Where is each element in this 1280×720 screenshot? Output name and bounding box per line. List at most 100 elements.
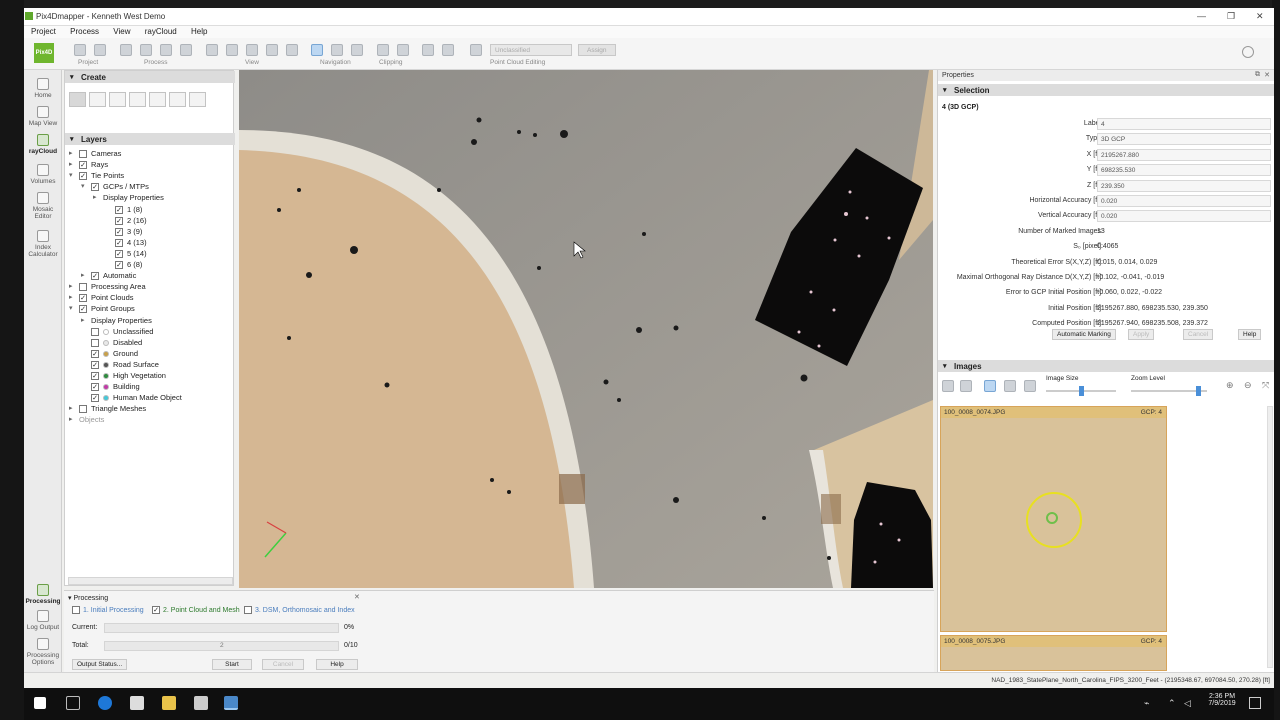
- nav-raycloud[interactable]: rayCloud: [24, 134, 62, 155]
- image-card[interactable]: 100_0008_0075.JPG GCP: 4: [940, 635, 1167, 671]
- minimize-icon[interactable]: —: [1197, 11, 1206, 21]
- images-header[interactable]: ▾ Images: [938, 360, 1274, 372]
- property-input[interactable]: 698235.530: [1097, 164, 1271, 177]
- image-tool-4-icon[interactable]: [1004, 380, 1016, 392]
- image-tool-5-icon[interactable]: [1024, 380, 1036, 392]
- image-fit-icon[interactable]: ⤧: [1262, 380, 1269, 391]
- processing-step[interactable]: 1. Initial Processing: [72, 606, 144, 614]
- nav-home[interactable]: Home: [24, 78, 62, 99]
- layers-scrollbar[interactable]: [68, 577, 233, 585]
- layer-checkbox[interactable]: ✓: [79, 172, 87, 181]
- navigation-back-icon[interactable]: [351, 44, 363, 56]
- project-options-icon[interactable]: [94, 44, 106, 56]
- step-checkbox[interactable]: [72, 606, 80, 614]
- raycloud-3d-view[interactable]: [239, 70, 933, 588]
- menu-project[interactable]: Project: [26, 26, 61, 37]
- layer-checkbox[interactable]: ✓: [91, 394, 99, 403]
- layer-checkbox[interactable]: ✓: [91, 272, 99, 281]
- nav-map-view[interactable]: Map View: [24, 106, 62, 127]
- nav-volumes[interactable]: Volumes: [24, 164, 62, 185]
- file-explorer-icon[interactable]: [162, 696, 176, 710]
- expand-arrow-icon[interactable]: ▸: [69, 404, 79, 412]
- nav-index-calculator[interactable]: Index Calculator: [24, 230, 62, 258]
- menu-raycloud[interactable]: rayCloud: [140, 26, 182, 37]
- apply-button[interactable]: Apply: [1128, 329, 1155, 340]
- expand-arrow-icon[interactable]: ▸: [69, 293, 79, 301]
- expand-arrow-icon[interactable]: ▸: [69, 149, 79, 157]
- expand-arrow-icon[interactable]: ▸: [93, 193, 103, 201]
- property-input[interactable]: 4: [1097, 118, 1271, 130]
- process-report-icon[interactable]: [120, 44, 132, 56]
- images-scrollbar[interactable]: [1267, 406, 1273, 668]
- layer-checkbox[interactable]: [79, 150, 87, 158]
- layer-checkbox[interactable]: ✓: [91, 349, 99, 358]
- output-status-button[interactable]: Output Status...: [72, 659, 128, 670]
- expand-arrow-icon[interactable]: ▸: [81, 316, 91, 324]
- zoom-extent-icon[interactable]: [246, 44, 258, 56]
- start-button[interactable]: Start: [212, 659, 252, 670]
- menu-help[interactable]: Help: [186, 26, 212, 37]
- layer-checkbox[interactable]: ✓: [115, 216, 123, 225]
- edit-densified-points-icon[interactable]: [422, 44, 434, 56]
- edit-select-icon[interactable]: [442, 44, 454, 56]
- create-line-icon[interactable]: [109, 92, 126, 107]
- create-area-icon[interactable]: [189, 92, 206, 107]
- zoom-level-handle[interactable]: [1196, 386, 1201, 396]
- expand-arrow-icon[interactable]: ▾: [69, 304, 79, 312]
- layer-checkbox[interactable]: ✓: [91, 383, 99, 392]
- layer-checkbox[interactable]: [79, 405, 87, 414]
- task-view-icon[interactable]: [66, 696, 80, 710]
- nav-processing-options[interactable]: Processing Options: [24, 638, 62, 666]
- menu-view[interactable]: View: [108, 26, 135, 37]
- view-cross-icon[interactable]: [266, 44, 278, 56]
- expand-arrow-icon[interactable]: ▾: [69, 171, 79, 179]
- layer-checkbox[interactable]: ✓: [79, 294, 87, 303]
- undock-icon[interactable]: ⧉: [1255, 71, 1260, 79]
- project-new-icon[interactable]: [74, 44, 86, 56]
- expand-arrow-icon[interactable]: ▸: [81, 271, 91, 279]
- nav-processing[interactable]: Processing: [24, 584, 62, 605]
- automatic-marking-button[interactable]: Automatic Marking: [1052, 329, 1116, 340]
- processing-cancel-button[interactable]: Cancel: [262, 659, 304, 670]
- property-input[interactable]: 2195267.880: [1097, 148, 1271, 161]
- layer-checkbox[interactable]: [91, 338, 99, 347]
- image-tool-2-icon[interactable]: [960, 380, 972, 392]
- layer-checkbox[interactable]: [91, 327, 99, 336]
- property-input[interactable]: 239.350: [1097, 179, 1271, 192]
- gcp-mark-icon[interactable]: [1046, 512, 1058, 524]
- clipping-edit-icon[interactable]: [397, 44, 409, 56]
- class-color-swatch-icon[interactable]: [470, 44, 482, 56]
- image-card[interactable]: 100_0008_0074.JPG GCP: 4: [940, 406, 1167, 632]
- windows-start-icon[interactable]: [34, 697, 46, 709]
- layer-checkbox[interactable]: ✓: [115, 227, 123, 236]
- expand-arrow-icon[interactable]: ▾: [81, 182, 91, 190]
- image-tool-3-icon[interactable]: [984, 380, 996, 392]
- edge-browser-icon[interactable]: [98, 696, 112, 710]
- view-move-icon[interactable]: [286, 44, 298, 56]
- image-zoom-in-icon[interactable]: ⊕: [1226, 380, 1234, 391]
- help-button[interactable]: Help: [1238, 329, 1262, 340]
- layer-checkbox[interactable]: ✓: [115, 261, 123, 269]
- notification-icon[interactable]: [1249, 697, 1261, 709]
- property-input[interactable]: 0.020: [1097, 210, 1271, 223]
- network-icon[interactable]: ⌁: [1144, 698, 1149, 709]
- menu-process[interactable]: Process: [65, 26, 104, 37]
- mail-icon[interactable]: [194, 696, 208, 710]
- clock[interactable]: 2:36 PM 7/9/2019: [1202, 693, 1242, 707]
- close-panel-icon[interactable]: ✕: [1264, 71, 1270, 79]
- layers-header[interactable]: ▾ Layers: [65, 133, 235, 145]
- image-zoom-out-icon[interactable]: ⊖: [1244, 380, 1252, 391]
- layer-checkbox[interactable]: ✓: [91, 360, 99, 369]
- property-input[interactable]: 3D GCP: [1097, 133, 1271, 146]
- user-account-icon[interactable]: [1242, 46, 1254, 58]
- process-options-icon[interactable]: [160, 44, 172, 56]
- pix4d-taskbar-icon[interactable]: [224, 696, 238, 710]
- navigation-trackball-icon[interactable]: [331, 44, 343, 56]
- close-icon[interactable]: ✕: [1256, 11, 1264, 22]
- expand-arrow-icon[interactable]: ▸: [69, 415, 79, 423]
- create-surface-icon[interactable]: [129, 92, 146, 107]
- store-icon[interactable]: [130, 696, 144, 710]
- layer-checkbox[interactable]: ✓: [91, 372, 99, 380]
- maximize-icon[interactable]: ❐: [1227, 11, 1235, 22]
- cancel-button[interactable]: Cancel: [1183, 329, 1214, 340]
